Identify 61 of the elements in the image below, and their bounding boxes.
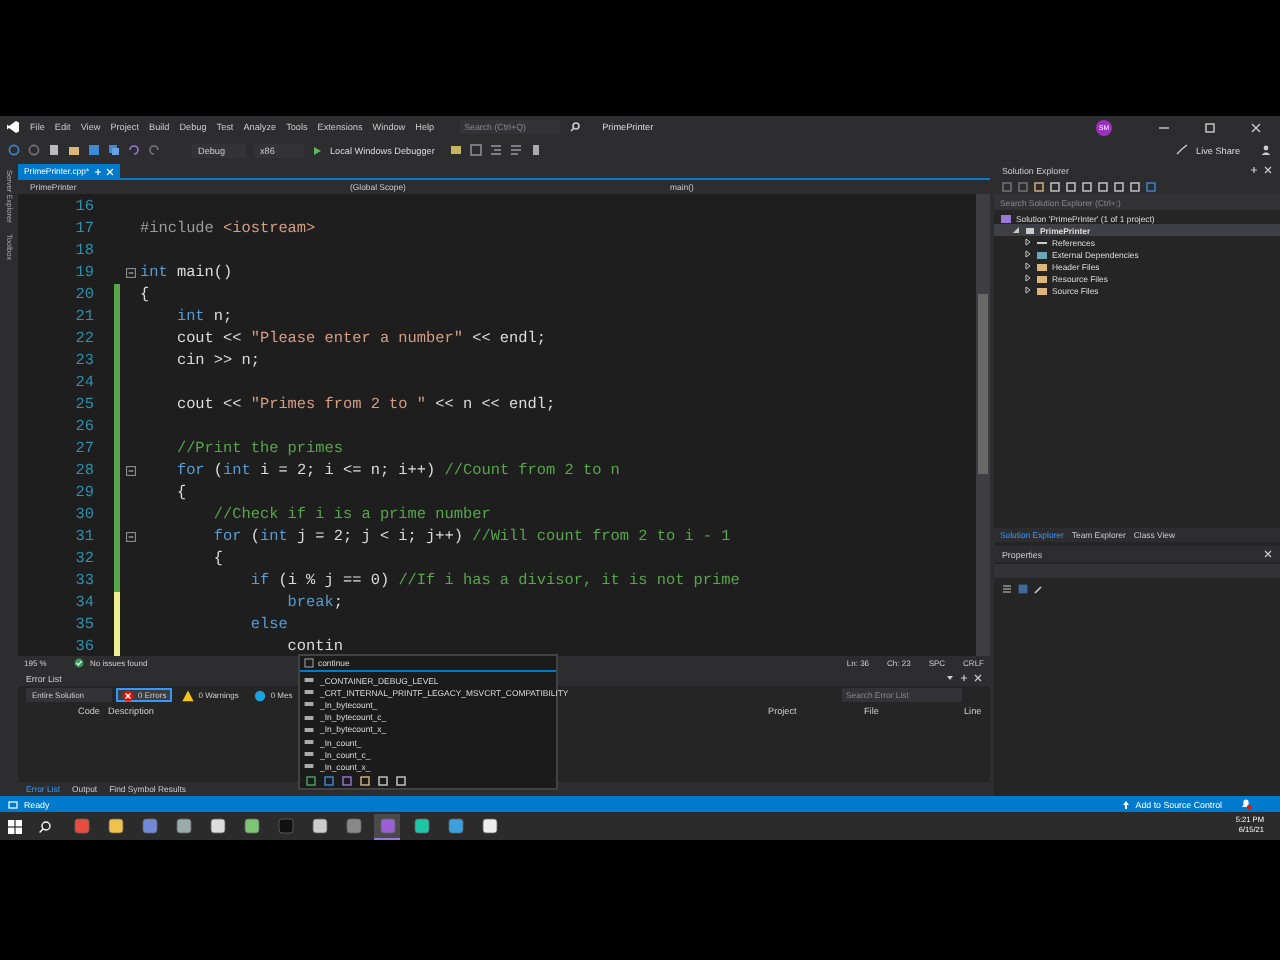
check-icon[interactable] [74, 658, 84, 668]
collapse-icon[interactable] [125, 466, 135, 476]
open-folder-icon[interactable] [68, 144, 80, 156]
play-icon[interactable] [312, 145, 322, 155]
close-icon[interactable] [974, 674, 982, 682]
snippet-icon[interactable] [304, 658, 314, 668]
app-icon [345, 818, 361, 834]
maximize-icon[interactable] [1204, 121, 1216, 133]
new-file-icon[interactable] [48, 144, 60, 156]
back-icon[interactable] [8, 144, 20, 156]
collapse-icon[interactable] [125, 268, 135, 278]
taskbar-app[interactable] [476, 813, 502, 839]
app-icon [379, 817, 395, 833]
app-icon [107, 818, 123, 834]
project-icon [1024, 225, 1036, 235]
app-icon [141, 818, 157, 834]
alphabetical-icon[interactable] [1018, 584, 1028, 594]
app-icon [481, 818, 497, 834]
taskbar-app[interactable] [408, 813, 434, 839]
undo-icon[interactable] [128, 144, 140, 156]
message-icon [254, 689, 267, 701]
taskbar-app[interactable] [238, 813, 264, 839]
app-icon [413, 818, 429, 834]
dependencies-icon [1036, 249, 1048, 259]
person-icon[interactable] [1260, 144, 1272, 156]
close-icon[interactable] [1264, 550, 1272, 558]
forward-icon[interactable] [28, 144, 40, 156]
taskbar-app[interactable] [102, 813, 128, 839]
close-icon[interactable] [1264, 166, 1272, 174]
taskbar-app[interactable] [442, 813, 468, 839]
app-icon [73, 818, 89, 834]
search-icon[interactable] [570, 122, 581, 132]
taskbar-app[interactable] [204, 813, 230, 839]
collapse-icon[interactable] [125, 532, 135, 542]
windows-icon[interactable] [8, 819, 22, 833]
upload-icon[interactable] [1121, 799, 1130, 809]
pin-icon[interactable] [1250, 166, 1258, 174]
save-all-icon[interactable] [108, 144, 120, 156]
solution-icon [1000, 213, 1012, 223]
app-icon [209, 818, 225, 834]
app-icon [175, 818, 191, 834]
indent-icon[interactable] [490, 144, 503, 156]
ready-icon[interactable] [8, 799, 18, 809]
app-icon [447, 818, 463, 834]
minimize-icon[interactable] [1158, 121, 1170, 133]
save-icon[interactable] [88, 144, 100, 156]
pin-icon[interactable] [960, 674, 968, 682]
bell-icon[interactable] [1240, 798, 1252, 810]
categorized-icon[interactable] [1002, 584, 1012, 594]
close-icon[interactable] [1250, 121, 1262, 133]
taskbar-app[interactable] [170, 813, 196, 839]
comment-icon[interactable] [510, 144, 523, 156]
redo-icon[interactable] [148, 144, 160, 156]
expanded-icon[interactable] [1012, 226, 1020, 234]
taskbar-app[interactable] [306, 813, 332, 839]
app-icon [277, 818, 293, 834]
scrollbar[interactable] [976, 194, 990, 656]
dropdown-icon[interactable] [946, 674, 954, 682]
app-icon [243, 818, 259, 834]
error-icon [122, 689, 134, 701]
app-icon [311, 818, 327, 834]
